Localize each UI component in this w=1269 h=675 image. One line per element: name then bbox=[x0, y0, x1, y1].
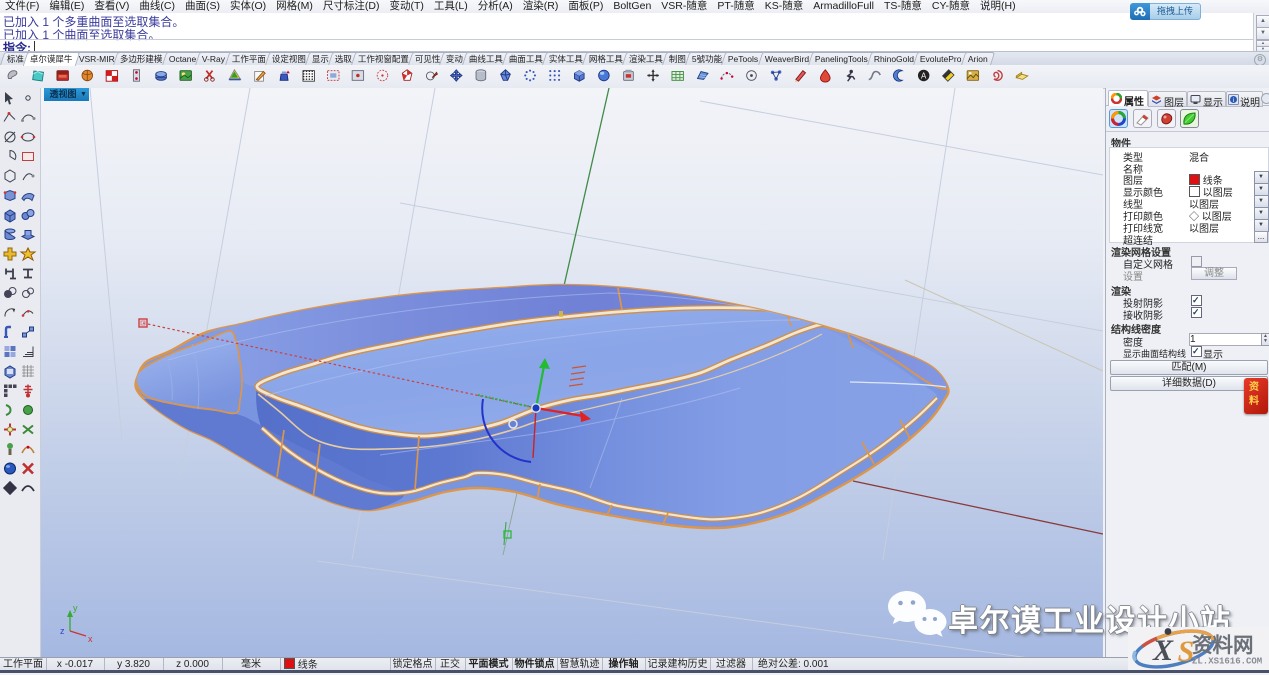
svg-text:X: X bbox=[1152, 634, 1174, 667]
svg-text:i: i bbox=[1233, 98, 1234, 104]
svg-text:z: z bbox=[60, 626, 65, 636]
svg-text:ZL.XS1616.COM: ZL.XS1616.COM bbox=[1192, 657, 1262, 667]
svg-text:x: x bbox=[88, 634, 93, 644]
svg-text:资料网: 资料网 bbox=[1192, 633, 1254, 657]
svg-text:y: y bbox=[73, 603, 78, 613]
svg-text:A: A bbox=[921, 72, 927, 81]
